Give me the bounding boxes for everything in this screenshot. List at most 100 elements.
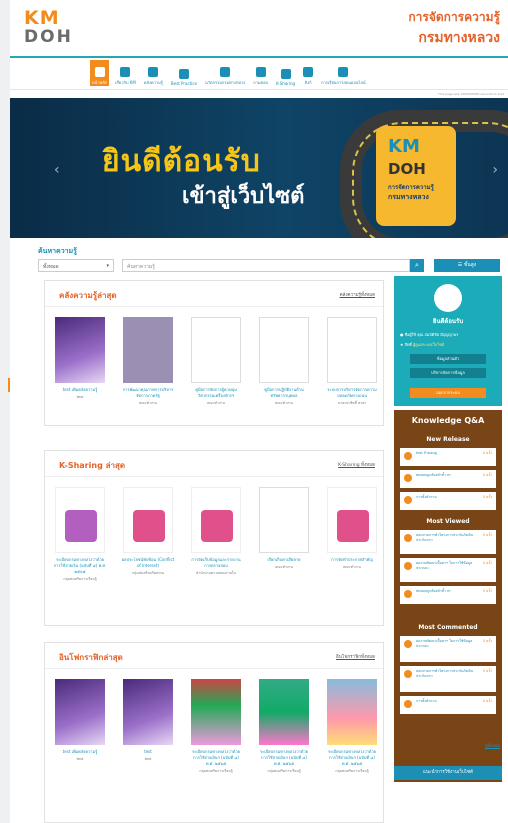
content-card[interactable]: test เพิ่มคลังความรู้ test — [53, 317, 107, 406]
nav-item[interactable]: คลังความรู้ — [142, 60, 165, 86]
qa-question[interactable]: ทดสอบถูกต้องทำซ้ำ m — [416, 473, 474, 478]
content-card[interactable]: การพัฒนาคุณภาพการบริหารจัดการภาครัฐ คณะทำ… — [121, 317, 175, 406]
panel-more-link[interactable]: K-Sharing ทั้งหมด — [338, 461, 375, 468]
qa-item[interactable]: การตั้งคำถาม 0 ครั้ง — [400, 696, 496, 714]
card-title[interactable]: ระเบียบกรมทางหลวงว่าด้วยการใช้จ่ายเงินฯ … — [189, 749, 243, 767]
manage-data-button[interactable]: บริหารจัดการข้อมูล — [410, 368, 486, 378]
panel-more-link[interactable]: อินโฟกราฟิกทั้งหมด — [336, 653, 375, 660]
nav-item[interactable]: หน้าหลัก — [90, 60, 110, 86]
qa-item[interactable]: test ถ้าตอบคู่ 0 ครั้ง — [400, 448, 496, 466]
content-card[interactable]: ระบบการบริหารจัดการความปลอดภัยทางถนน นายป… — [325, 317, 379, 406]
qa-question[interactable]: สอบถามการทำโครงการประกันภัยเงินประกันรถฯ — [416, 533, 474, 543]
card-author: กลุ่มส่งเสริมจริยธรรม — [131, 571, 165, 575]
content-card[interactable]: test เพิ่มคลังความรู้ test — [53, 679, 107, 774]
qa-item[interactable]: ทดสอบถูกต้องทำซ้ำ m 0 ครั้ง — [400, 470, 496, 488]
banner-prev-icon[interactable]: ‹ — [54, 162, 60, 178]
card-title[interactable]: การพัฒนาคุณภาพการบริหารจัดการภาครัฐ — [121, 387, 175, 399]
search-input[interactable]: ค้นหาความรู้ — [122, 259, 410, 272]
logo-km: KM — [24, 7, 60, 29]
qa-question[interactable]: ผลงานพัฒนาเนื้อหาฯ ในการใช้ข้อมูลประกอบ — [416, 561, 474, 571]
qa-item[interactable]: ผลงานพัฒนาเนื้อหาฯ ในการใช้ข้อมูลประกอบ 0… — [400, 558, 496, 582]
welcome-box: ยินดีต้อนรับ ● ชื่อผู้ใช้ คุณ สมบัติชัย … — [394, 276, 502, 406]
card-title[interactable]: ผลประโยชน์ทับซ้อน (Conflict of Interest) — [121, 557, 175, 569]
qa-question[interactable]: การตั้งคำถาม — [416, 699, 474, 704]
content-card[interactable]: ระเบียบกรมทางหลวงว่าด้วยการใช้จ่ายเงินฯ … — [257, 679, 311, 774]
nav-item[interactable]: เกี่ยวกับ KM — [113, 60, 138, 86]
card-title[interactable]: ระเบียบกรมทางหลวงว่าด้วยการใช้จ่ายเงินฯ … — [325, 749, 379, 767]
site-guide-button[interactable]: แนะนำการใช้งานเว็บไซต์ — [394, 766, 502, 780]
thumbnail-image[interactable] — [123, 679, 173, 745]
qa-count: 0 ครั้ง — [482, 699, 492, 703]
qa-count: 0 ครั้ง — [482, 451, 492, 455]
content-card[interactable]: test test — [121, 679, 175, 774]
thumbnail-image[interactable] — [191, 487, 241, 553]
panel-more-link[interactable]: คลังความรู้ทั้งหมด — [340, 291, 375, 298]
content-card[interactable]: การจัดเก็บข้อมูลและรายงานการตรวจสอบ สำนัก… — [189, 487, 243, 582]
card-title[interactable]: เรียกเก็บค่าเสียหาย — [257, 557, 311, 563]
qa-item[interactable]: ผลงานพัฒนาเนื้อหาฯ ในการใช้ข้อมูลประกอบ 0… — [400, 636, 496, 662]
card-title[interactable]: การจัดทำประกาศสำคัญ — [325, 557, 379, 563]
nav-item[interactable]: K-Sharing — [274, 60, 297, 86]
nav-item[interactable]: นวัตกรรมกรมทางหลวง — [203, 60, 247, 86]
qa-item[interactable]: สอบถามการทำโครงการประกันภัยเงินประกันรถฯ… — [400, 666, 496, 692]
content-card[interactable]: คู่มือการจัดการผู้ควบคุมวิศวกรรมเครื่องจ… — [189, 317, 243, 406]
card-author: กลุ่มส่งเสริมการเรียนรู้ — [335, 769, 369, 773]
card-title[interactable]: ระบบการบริหารจัดการความปลอดภัยทางถนน — [325, 387, 379, 399]
qa-item[interactable]: การตั้งคำถาม 0 ครั้ง — [400, 492, 496, 510]
search-title: ค้นหาความรู้ — [38, 247, 77, 255]
thumbnail-image[interactable] — [259, 317, 309, 383]
card-title[interactable]: ระเบียบกรมทางหลวงว่าด้วยการใช้จ่ายเงินฯ … — [257, 749, 311, 767]
content-card[interactable]: ระเบียบกรมทางหลวงว่าด้วยการใช้จ่ายเงิน (… — [53, 487, 107, 582]
qa-question[interactable]: สอบถามการทำโครงการประกันภัยเงินประกันรถฯ — [416, 669, 474, 679]
card-title[interactable]: คู่มือการจัดการผู้ควบคุมวิศวกรรมเครื่องจ… — [189, 387, 243, 399]
banner-next-icon[interactable]: › — [492, 162, 498, 178]
qa-item[interactable]: สอบถามการทำโครงการประกันภัยเงินประกันรถฯ… — [400, 530, 496, 554]
card-title[interactable]: การจัดเก็บข้อมูลและรายงานการตรวจสอบ — [189, 557, 243, 569]
card-title[interactable]: คู่มือการปฏิบัติงานด้านทรัพยากรบุคคล — [257, 387, 311, 399]
card-title[interactable]: test — [121, 749, 175, 755]
thumbnail-image[interactable] — [55, 487, 105, 553]
card-title[interactable]: test เพิ่มคลังความรู้ — [53, 387, 107, 393]
thumbnail-image[interactable] — [327, 487, 377, 553]
qa-question[interactable]: การตั้งคำถาม — [416, 495, 474, 500]
advanced-search-button[interactable]: ☰ ขั้นสูง — [434, 259, 500, 272]
qa-item[interactable]: ทดสอบถูกต้องทำซ้ำ m 0 ครั้ง — [400, 586, 496, 604]
page: KM DOH การจัดการความรู้ กรมทางหลวง หน้าห… — [10, 0, 508, 823]
logo[interactable]: KM DOH — [24, 8, 84, 48]
nav-item[interactable]: ถามตอบ — [251, 60, 270, 86]
qa-question[interactable]: test ถ้าตอบคู่ — [416, 451, 474, 456]
banner-sign-km: KM — [388, 136, 420, 157]
nav-item[interactable]: Best Practice — [169, 60, 199, 86]
content-card[interactable]: เรียกเก็บค่าเสียหาย คณะทำงาน — [257, 487, 311, 582]
card-title[interactable]: test เพิ่มคลังความรู้ — [53, 749, 107, 755]
thumbnail-image[interactable] — [327, 679, 377, 745]
search-button[interactable]: ⌕ — [410, 259, 424, 272]
qa-question[interactable]: ผลงานพัฒนาเนื้อหาฯ ในการใช้ข้อมูลประกอบ — [416, 639, 474, 649]
qa-more-link[interactable]: ดูทั้งหมด — [485, 742, 500, 749]
content-card[interactable]: คู่มือการปฏิบัติงานด้านทรัพยากรบุคคล คณะท… — [257, 317, 311, 406]
qa-question[interactable]: ทดสอบถูกต้องทำซ้ำ m — [416, 589, 474, 594]
content-card[interactable]: ระเบียบกรมทางหลวงว่าด้วยการใช้จ่ายเงินฯ … — [325, 679, 379, 774]
qa-number-badge — [404, 590, 412, 598]
thumbnail-image[interactable] — [191, 317, 241, 383]
logout-button[interactable]: ออกจากระบบ — [410, 388, 486, 398]
content-card[interactable]: ผลประโยชน์ทับซ้อน (Conflict of Interest)… — [121, 487, 175, 582]
thumbnail-image[interactable] — [55, 679, 105, 745]
profile-button[interactable]: ข้อมูลส่วนตัว — [410, 354, 486, 364]
content-card[interactable]: ระเบียบกรมทางหลวงว่าด้วยการใช้จ่ายเงินฯ … — [189, 679, 243, 774]
nav-item-label: หน้าหลัก — [92, 80, 108, 85]
nav-item[interactable]: ลิงก์ — [301, 60, 315, 86]
content-card[interactable]: การจัดทำประกาศสำคัญ คณะทำงาน — [325, 487, 379, 582]
search-category-select[interactable]: ทั้งหมด ▾ — [38, 259, 114, 272]
thumbnail-image[interactable] — [259, 487, 309, 553]
nav-item[interactable]: การเรียนการสอนออนไลน์ — [319, 60, 368, 86]
hero-banner[interactable]: KM DOH การจัดการความรู้ กรมทางหลวง ยินดี… — [10, 98, 508, 238]
thumbnail-image[interactable] — [327, 317, 377, 383]
thumbnail-image[interactable] — [123, 317, 173, 383]
banner-sign-text2: กรมทางหลวง — [388, 193, 429, 201]
thumbnail-image[interactable] — [123, 487, 173, 553]
card-title[interactable]: ระเบียบกรมทางหลวงว่าด้วยการใช้จ่ายเงิน (… — [53, 557, 107, 575]
thumbnail-image[interactable] — [259, 679, 309, 745]
thumbnail-image[interactable] — [55, 317, 105, 383]
thumbnail-image[interactable] — [191, 679, 241, 745]
